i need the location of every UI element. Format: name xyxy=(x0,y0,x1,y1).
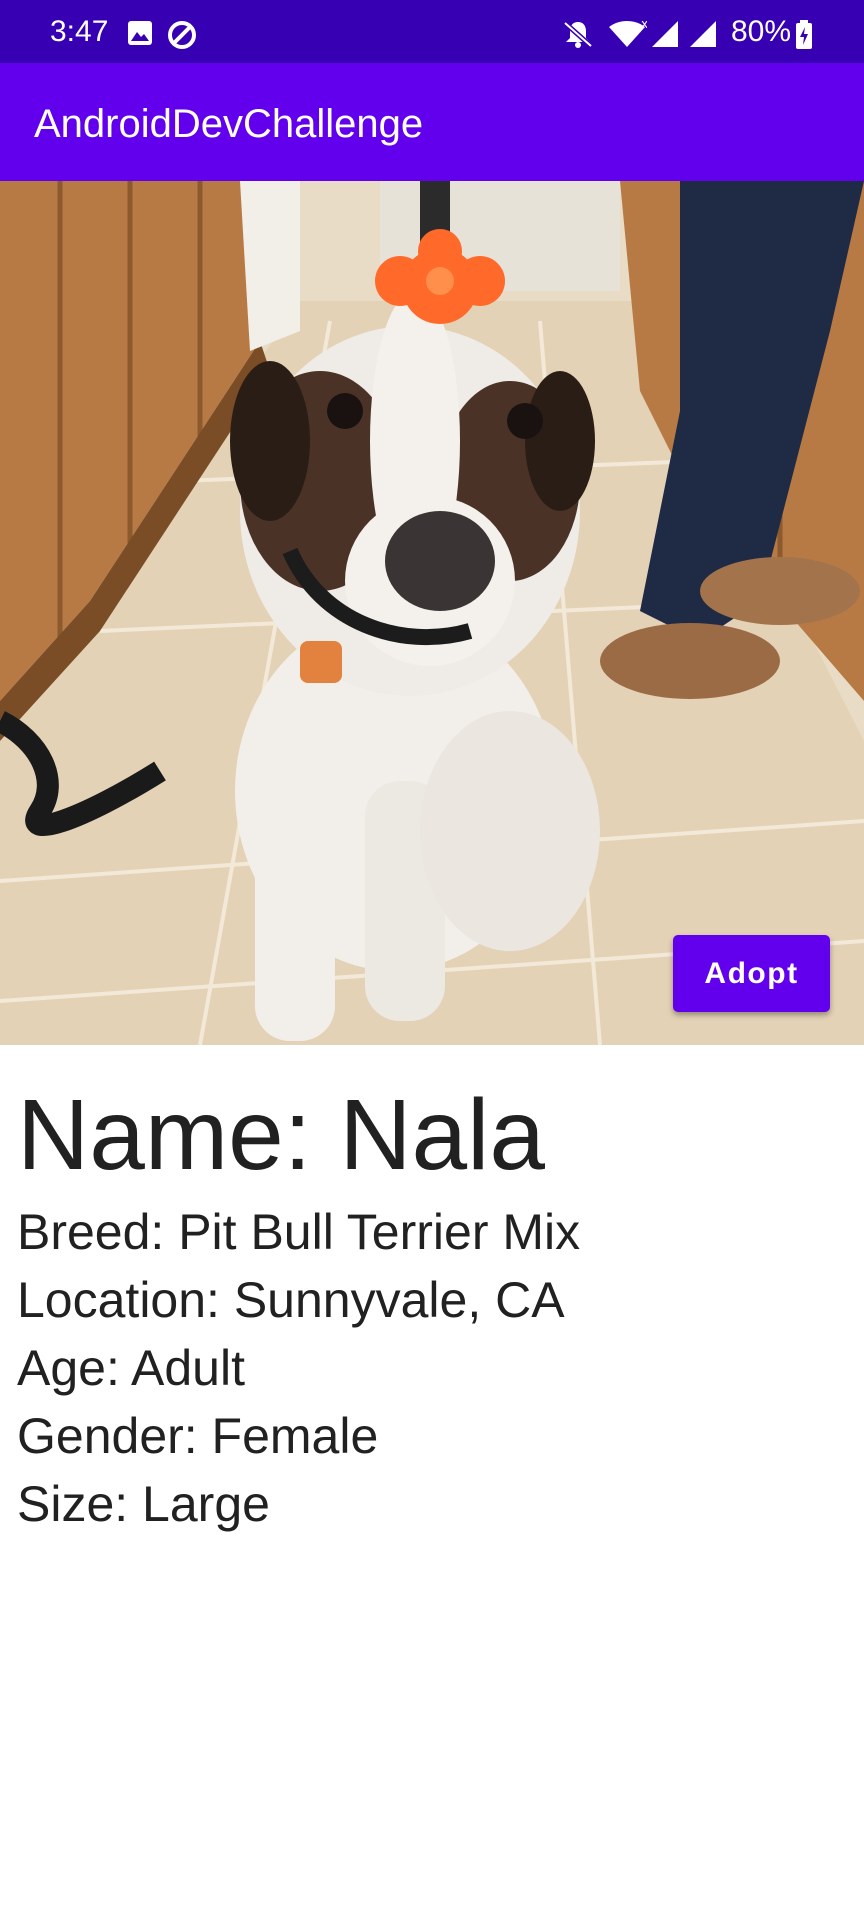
svg-text:x: x xyxy=(641,20,647,31)
wifi-icon: x xyxy=(609,20,647,47)
adopt-button[interactable]: Adopt xyxy=(673,935,830,1012)
pet-size: Size: Large xyxy=(17,1476,270,1532)
status-time: 3:47 xyxy=(50,15,109,48)
pet-breed: Breed: Pit Bull Terrier Mix xyxy=(17,1204,581,1260)
app-title: AndroidDevChallenge xyxy=(34,102,424,146)
screen: 3:47 x 80% AndroidDevChallenge Adopt Nam… xyxy=(0,0,864,1920)
mute-bell-icon xyxy=(563,21,593,48)
pet-details: Name: Nala Breed: Pit Bull Terrier Mix L… xyxy=(17,1076,847,1538)
at-sign-icon xyxy=(168,21,196,49)
cell-signal-icon xyxy=(690,21,716,47)
pet-age: Age: Adult xyxy=(17,1340,245,1396)
cell-signal-icon xyxy=(652,21,678,47)
status-bar: 3:47 x 80% xyxy=(0,0,864,63)
dog-photo: Adopt xyxy=(0,181,864,1045)
image-icon xyxy=(128,21,152,45)
pet-gender: Gender: Female xyxy=(17,1408,379,1464)
pet-location: Location: Sunnyvale, CA xyxy=(17,1272,565,1328)
dog-photo-illustration xyxy=(0,181,864,1045)
app-bar: AndroidDevChallenge xyxy=(0,63,864,181)
battery-percent: 80% xyxy=(731,15,792,48)
battery-charging-icon xyxy=(796,20,812,49)
pet-name: Name: Nala xyxy=(17,1079,545,1191)
